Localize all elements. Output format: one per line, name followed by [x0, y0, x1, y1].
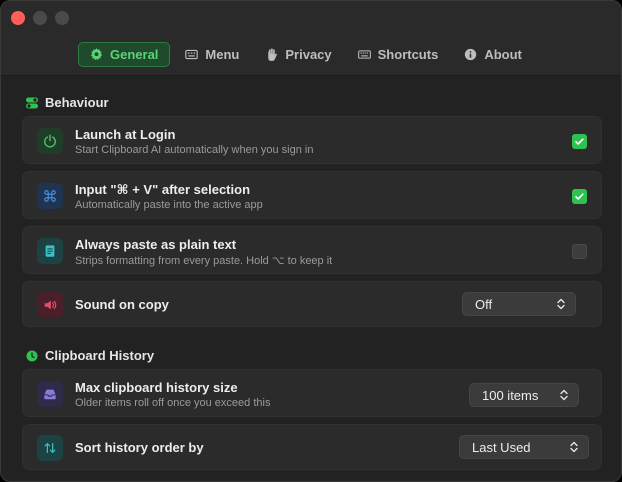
setting-row-plain-text[interactable]: Always paste as plain text Strips format… — [22, 226, 602, 274]
checkmark-icon — [575, 138, 584, 145]
sound-on-copy-select[interactable]: Off — [462, 292, 576, 316]
setting-title: Input "⌘ + V" after selection — [75, 182, 251, 197]
tab-label: General — [110, 47, 159, 62]
settings-tabs: General Menu Privacy Shortcuts About — [78, 42, 537, 67]
setting-subtitle: Automatically paste into the active app — [75, 199, 263, 211]
setting-row-launch-at-login[interactable]: Launch at Login Start Clipboard AI autom… — [22, 116, 602, 164]
setting-subtitle: Strips formatting from every paste. Hold… — [75, 255, 333, 267]
section-title: Clipboard History — [45, 348, 155, 363]
gear-icon — [90, 48, 103, 61]
setting-row-sound-on-copy: Sound on copy Off — [22, 281, 602, 327]
keyboard-menu-icon — [185, 49, 199, 60]
tab-menu[interactable]: Menu — [174, 42, 250, 67]
setting-title: Launch at Login — [75, 127, 176, 142]
speaker-icon — [37, 292, 63, 318]
tab-about[interactable]: About — [453, 42, 533, 67]
tab-label: Menu — [205, 47, 240, 62]
setting-title: Always paste as plain text — [75, 237, 237, 252]
select-value: Last Used — [472, 439, 531, 455]
setting-subtitle: Older items roll off once you exceed thi… — [75, 397, 271, 409]
select-value: 100 items — [482, 387, 539, 403]
max-history-size-select[interactable]: 100 items — [469, 383, 579, 407]
settings-window: General Menu Privacy Shortcuts About Beh… — [0, 0, 622, 482]
info-icon — [465, 48, 477, 61]
window-controls — [11, 11, 69, 25]
plain-text-checkbox[interactable] — [572, 244, 587, 259]
tab-label: Shortcuts — [377, 47, 439, 62]
launch-at-login-checkbox[interactable] — [572, 134, 587, 149]
chevron-up-down-icon — [557, 298, 565, 310]
setting-title: Sound on copy — [75, 297, 169, 312]
power-icon — [37, 128, 63, 154]
minimize-window-button[interactable] — [33, 11, 47, 25]
tab-privacy[interactable]: Privacy — [254, 42, 342, 67]
command-icon — [37, 183, 63, 209]
tab-general[interactable]: General — [78, 42, 171, 67]
setting-title: Sort history order by — [75, 440, 204, 455]
sort-arrows-icon — [37, 435, 63, 461]
zoom-window-button[interactable] — [55, 11, 69, 25]
general-settings-pane: Behaviour Launch at Login Start Clipboar… — [1, 77, 621, 481]
setting-title: Max clipboard history size — [75, 380, 238, 395]
sort-history-select[interactable]: Last Used — [459, 435, 589, 459]
tab-shortcuts[interactable]: Shortcuts — [347, 42, 450, 67]
toggles-icon — [26, 97, 38, 108]
chevron-up-down-icon — [560, 389, 568, 401]
keyboard-icon — [357, 50, 371, 59]
close-window-button[interactable] — [11, 11, 25, 25]
tab-label: Privacy — [285, 47, 332, 62]
chevron-up-down-icon — [570, 441, 578, 453]
behaviour-section-header: Behaviour — [26, 95, 109, 110]
hand-icon — [268, 48, 278, 61]
checkmark-icon — [575, 193, 584, 200]
paste-after-selection-checkbox[interactable] — [572, 189, 587, 204]
title-bar: General Menu Privacy Shortcuts About — [1, 1, 621, 76]
tray-icon — [37, 381, 63, 407]
setting-row-sort-history: Sort history order by Last Used — [22, 424, 602, 470]
setting-row-paste-after-selection[interactable]: Input "⌘ + V" after selection Automatica… — [22, 171, 602, 219]
setting-subtitle: Start Clipboard AI automatically when yo… — [75, 144, 314, 156]
document-icon — [37, 238, 63, 264]
setting-row-max-history-size: Max clipboard history size Older items r… — [22, 369, 602, 417]
select-value: Off — [475, 296, 493, 312]
tab-label: About — [484, 47, 522, 62]
clock-icon — [26, 350, 38, 361]
clipboard-history-section-header: Clipboard History — [26, 348, 154, 363]
section-title: Behaviour — [45, 95, 109, 110]
